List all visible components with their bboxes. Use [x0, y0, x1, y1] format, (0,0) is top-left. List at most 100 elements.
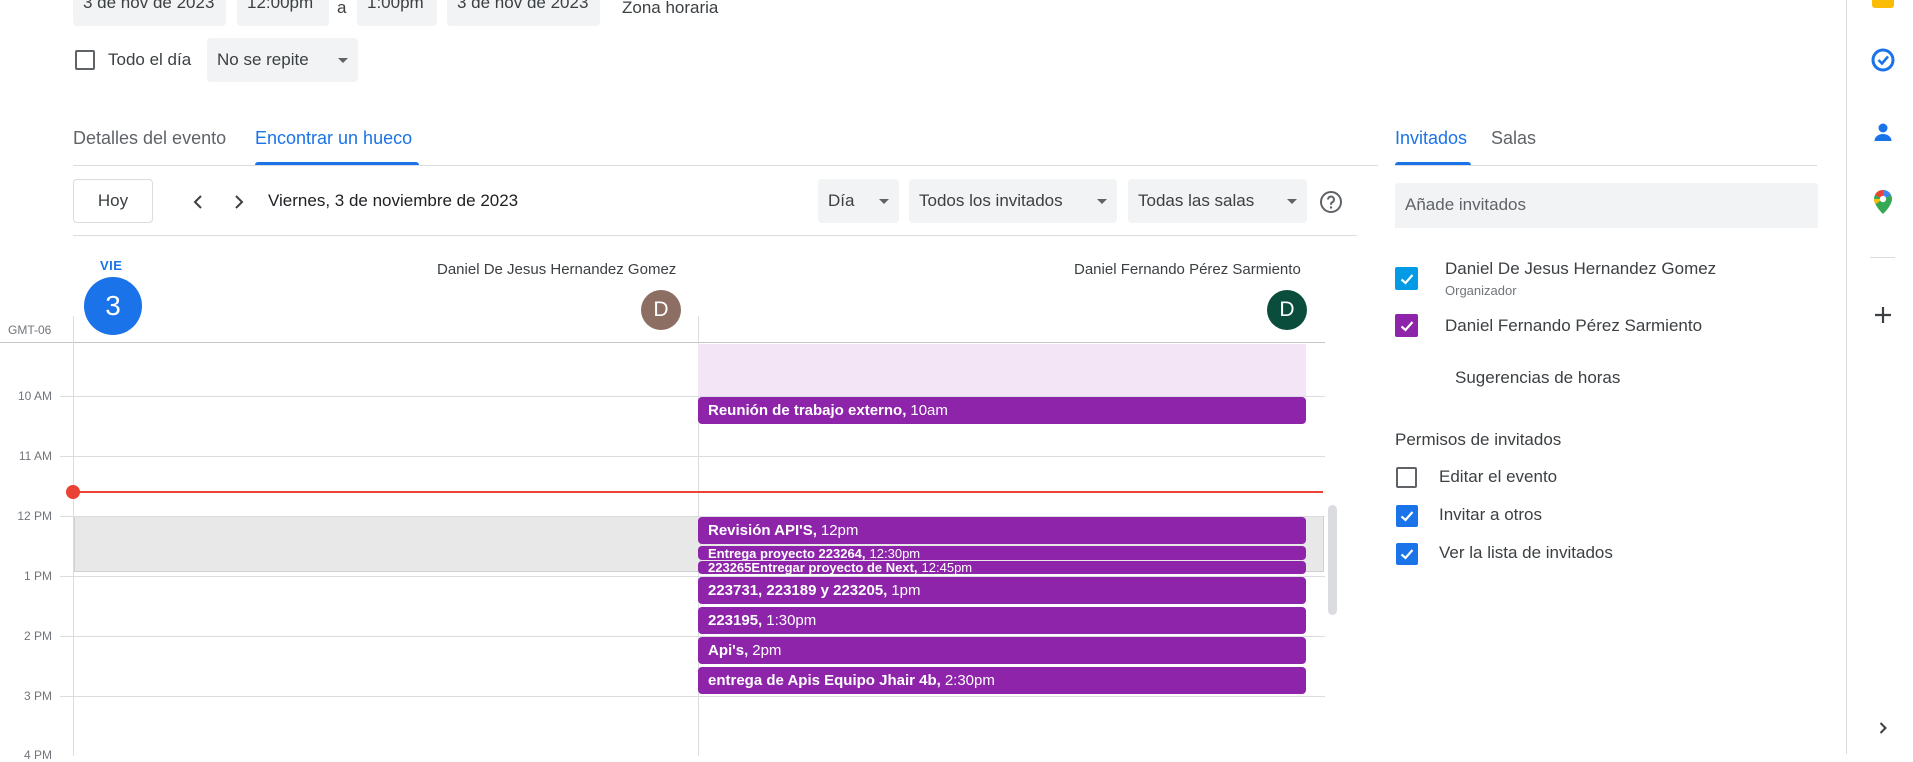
- time-suggestions-link[interactable]: Sugerencias de horas: [1455, 368, 1620, 388]
- tab-event-details[interactable]: Detalles del evento: [73, 128, 226, 149]
- calendar-event[interactable]: Entrega proyecto 223264, 12:30pm: [698, 546, 1306, 560]
- grid-line: [60, 696, 1325, 697]
- guest-checkbox[interactable]: [1395, 314, 1418, 337]
- end-date-value: 3 de nov de 2023: [457, 0, 589, 12]
- maps-icon[interactable]: [1869, 188, 1897, 216]
- end-time-chip[interactable]: 1:00pm: [357, 0, 437, 26]
- see-guest-list-checkbox[interactable]: [1396, 543, 1418, 565]
- current-time-line: [73, 491, 1323, 493]
- repeat-select[interactable]: No se repite: [207, 38, 358, 82]
- chevron-down-icon: [1097, 198, 1107, 204]
- avatar: D: [641, 290, 681, 330]
- event-title: 223195,: [708, 612, 763, 629]
- hour-label: 4 PM: [23, 748, 52, 762]
- tab-event-details-label: Detalles del evento: [73, 128, 227, 148]
- guests-select-value: Todos los invitados: [919, 191, 1063, 210]
- repeat-value: No se repite: [217, 50, 309, 69]
- chevron-right-icon[interactable]: [227, 190, 251, 214]
- right-tabs-divider: [1395, 165, 1817, 166]
- tab-guests[interactable]: Invitados: [1395, 128, 1467, 149]
- permission-label: Invitar a otros: [1439, 505, 1542, 524]
- person-name-1: Daniel De Jesus Hernandez Gomez: [437, 261, 677, 278]
- help-icon[interactable]: [1318, 189, 1344, 215]
- event-title: entrega de Apis Equipo Jhair 4b,: [708, 672, 941, 689]
- guest-role: Organizador: [1445, 283, 1517, 298]
- check-icon: [1400, 549, 1414, 560]
- add-guests-input[interactable]: Añade invitados: [1395, 183, 1818, 228]
- guest-checkbox[interactable]: [1395, 267, 1418, 290]
- event-time: 12pm: [820, 522, 859, 539]
- plus-icon[interactable]: [1869, 301, 1897, 329]
- tasks-icon[interactable]: [1869, 46, 1897, 74]
- grid-line: [60, 456, 1325, 457]
- permission-label: Ver la lista de invitados: [1439, 543, 1613, 562]
- end-time-value: 1:00pm: [367, 0, 424, 12]
- view-select-value: Día: [828, 191, 855, 210]
- timezone-label: GMT-06: [8, 323, 52, 337]
- hour-label: 2 PM: [23, 629, 52, 643]
- start-date-chip[interactable]: 3 de nov de 2023: [73, 0, 226, 26]
- tabs-divider: [73, 165, 1378, 166]
- view-select[interactable]: Día: [818, 179, 899, 223]
- all-day-label: Todo el día: [108, 50, 192, 69]
- timezone-link[interactable]: Zona horaria: [622, 0, 718, 18]
- event-time: 12:30pm: [869, 546, 921, 560]
- grid-scrollbar[interactable]: [1328, 505, 1337, 615]
- event-time: 2:30pm: [944, 672, 995, 689]
- calendar-event[interactable]: Api's, 2pm: [698, 637, 1306, 664]
- grid-line: [0, 342, 1325, 343]
- start-time-chip[interactable]: 12:00pm: [237, 0, 329, 26]
- chevron-left-icon[interactable]: [186, 190, 210, 214]
- permission-label: Editar el evento: [1439, 467, 1558, 486]
- calendar-event[interactable]: Revisión API'S, 12pm: [698, 517, 1306, 544]
- avatar: D: [1267, 290, 1307, 330]
- tab-rooms-label: Salas: [1491, 128, 1537, 148]
- all-day-checkbox[interactable]: [75, 50, 95, 70]
- start-time-value: 12:00pm: [247, 0, 314, 12]
- event-title: 223731, 223189 y 223205,: [708, 582, 888, 599]
- time-separator: a: [337, 0, 347, 17]
- event-title: Revisión API'S,: [708, 522, 817, 539]
- calendar-event[interactable]: 223731, 223189 y 223205, 1pm: [698, 577, 1306, 604]
- event-title: 223265Entregar proyecto de Next,: [708, 561, 918, 574]
- invite-others-checkbox[interactable]: [1396, 505, 1418, 527]
- day-number-circle[interactable]: 3: [84, 277, 142, 335]
- calendar-event[interactable]: 223195, 1:30pm: [698, 607, 1306, 634]
- chevron-down-icon: [1287, 198, 1297, 204]
- guest-name: Daniel Fernando Pérez Sarmiento: [1445, 316, 1703, 335]
- day-number: 3: [105, 290, 121, 321]
- check-icon: [1400, 320, 1413, 332]
- tab-rooms[interactable]: Salas: [1491, 128, 1536, 149]
- rooms-select-value: Todas las salas: [1138, 191, 1255, 210]
- side-panel-divider: [1846, 0, 1847, 754]
- event-title: Entrega proyecto 223264,: [708, 546, 866, 560]
- hour-label: 3 PM: [23, 689, 52, 703]
- tab-find-time[interactable]: Encontrar un hueco: [255, 128, 412, 149]
- today-button[interactable]: Hoy: [73, 179, 153, 223]
- hour-label: 11 AM: [18, 449, 52, 463]
- current-time-dot: [66, 485, 80, 499]
- chevron-down-icon: [879, 198, 889, 204]
- event-time: 10am: [910, 402, 948, 419]
- rooms-select[interactable]: Todas las salas: [1128, 179, 1307, 223]
- calendar-event[interactable]: entrega de Apis Equipo Jhair 4b, 2:30pm: [698, 667, 1306, 694]
- avatar-initial: D: [653, 298, 669, 321]
- event-time: 1pm: [891, 582, 921, 599]
- date-title: Viernes, 3 de noviembre de 2023: [268, 191, 519, 210]
- calendar-event[interactable]: 223265Entregar proyecto de Next, 12:45pm: [698, 561, 1306, 574]
- edit-event-checkbox[interactable]: [1396, 467, 1417, 488]
- tab-guests-label: Invitados: [1395, 128, 1468, 148]
- toolbar-divider: [73, 235, 1357, 236]
- keep-icon[interactable]: [1872, 0, 1894, 8]
- add-guests-placeholder: Añade invitados: [1405, 195, 1526, 214]
- calendar-event[interactable]: Reunión de trabajo externo, 10am: [698, 397, 1306, 424]
- check-icon: [1400, 273, 1413, 285]
- chevron-down-icon: [338, 57, 348, 63]
- hour-label: 12 PM: [17, 509, 52, 523]
- guests-select[interactable]: Todos los invitados: [909, 179, 1117, 223]
- guest-name: Daniel De Jesus Hernandez Gomez: [1445, 259, 1717, 278]
- event-title: Reunión de trabajo externo,: [708, 402, 907, 419]
- chevron-right-icon[interactable]: [1872, 717, 1894, 739]
- contacts-icon[interactable]: [1869, 118, 1897, 146]
- end-date-chip[interactable]: 3 de nov de 2023: [447, 0, 600, 26]
